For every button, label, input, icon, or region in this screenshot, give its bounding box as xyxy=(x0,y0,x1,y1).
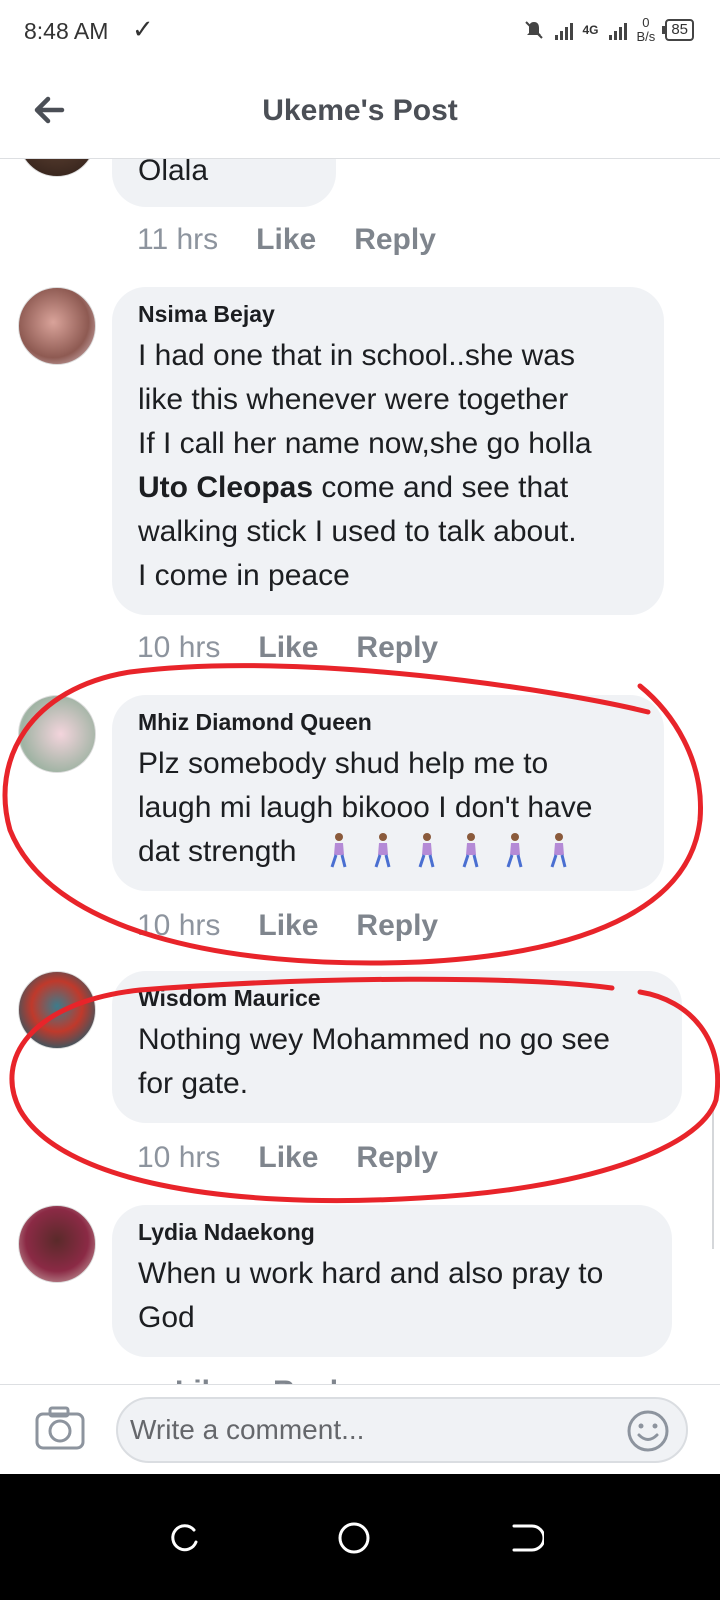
home-icon[interactable] xyxy=(334,1518,374,1558)
comment-bubble[interactable]: Nsima Bejay I had one that in school..sh… xyxy=(112,287,664,615)
like-button[interactable]: Like xyxy=(256,223,316,257)
smiley-icon[interactable] xyxy=(626,1409,670,1453)
walking-woman-icon xyxy=(462,833,479,868)
check-icon: ✓ xyxy=(132,14,154,44)
comment-input[interactable]: Write a comment... xyxy=(116,1397,688,1463)
signal-icon xyxy=(554,20,573,40)
walking-woman-icon xyxy=(418,833,435,868)
walking-woman-icon xyxy=(374,833,391,868)
reply-button[interactable]: Reply xyxy=(356,909,438,943)
walking-woman-icon xyxy=(330,833,347,868)
avatar[interactable] xyxy=(18,1205,96,1283)
network-speed: 0 B/s xyxy=(636,15,656,44)
avatar[interactable] xyxy=(18,971,96,1049)
mention-link[interactable]: Uto Cleopas xyxy=(138,471,313,504)
status-bar: 8:48 AM ✓ 4G 0 B/s 85 xyxy=(0,0,720,64)
like-button[interactable]: Like xyxy=(258,909,318,943)
comment-time: 11 hrs xyxy=(137,223,219,256)
network-type: 4G xyxy=(582,23,599,37)
comment-composer: Write a comment... xyxy=(0,1384,720,1475)
comment-feed[interactable]: Olala 11 hrs Like Reply Nsima Bejay I ha… xyxy=(0,159,720,1411)
comment-bubble[interactable]: Lydia Ndaekong When u work hard and also… xyxy=(112,1205,672,1357)
page-title: Ukeme's Post xyxy=(262,94,458,127)
comment-text: Olala xyxy=(138,159,209,187)
comment-bubble[interactable]: Wisdom Maurice Nothing wey Mohammed no g… xyxy=(112,971,682,1123)
comment-time: 10 hrs xyxy=(137,631,221,664)
recent-apps-icon[interactable] xyxy=(164,1518,204,1558)
comment-text: Nothing wey Mohammed no go see for gate. xyxy=(138,1023,610,1100)
comment-meta: 10 hrs Like Reply xyxy=(137,1141,438,1175)
status-icons: 4G 0 B/s 85 xyxy=(523,15,694,44)
comment-bubble[interactable]: Mhiz Diamond Queen Plz somebody shud hel… xyxy=(112,695,664,891)
comment-meta: 10 hrs Like Reply xyxy=(137,909,438,943)
walking-woman-emoji-row xyxy=(325,833,589,868)
nav-back-icon[interactable] xyxy=(504,1518,544,1558)
battery-icon: 85 xyxy=(662,19,694,41)
like-button[interactable]: Like xyxy=(258,1141,318,1175)
status-time: 8:48 AM xyxy=(24,18,109,44)
camera-icon[interactable] xyxy=(34,1405,86,1451)
reply-button[interactable]: Reply xyxy=(354,223,436,257)
avatar[interactable] xyxy=(18,695,96,773)
system-nav-bar xyxy=(0,1474,720,1600)
walking-woman-icon xyxy=(506,833,523,868)
comment-author[interactable]: Wisdom Maurice xyxy=(138,985,656,1012)
avatar[interactable] xyxy=(18,159,96,177)
comment-text: When u work hard and also pray to God xyxy=(138,1257,604,1334)
post-header: Ukeme's Post xyxy=(0,64,720,159)
comment-input-placeholder: Write a comment... xyxy=(130,1414,365,1445)
comment-text: I had one that in school..she was like t… xyxy=(138,339,592,592)
comment-time: 10 hrs xyxy=(137,909,221,942)
reply-button[interactable]: Reply xyxy=(356,631,438,665)
comment-time: 10 hrs xyxy=(137,1141,221,1174)
reply-button[interactable]: Reply xyxy=(356,1141,438,1175)
signal-icon-2 xyxy=(608,20,627,40)
comment-author[interactable]: Lydia Ndaekong xyxy=(138,1219,646,1246)
like-button[interactable]: Like xyxy=(258,631,318,665)
comment-author[interactable]: Nsima Bejay xyxy=(138,301,638,328)
avatar[interactable] xyxy=(18,287,96,365)
comment-meta: 11 hrs Like Reply xyxy=(137,223,436,257)
walking-woman-icon xyxy=(550,833,567,868)
scrollbar[interactable] xyxy=(712,1109,714,1249)
comment-text: Plz somebody shud help me to laugh mi la… xyxy=(138,747,593,868)
mute-bell-icon xyxy=(524,21,543,39)
comment-author[interactable]: Mhiz Diamond Queen xyxy=(138,709,638,736)
comment-bubble[interactable]: Olala xyxy=(112,159,336,207)
comment-meta: 10 hrs Like Reply xyxy=(137,631,438,665)
